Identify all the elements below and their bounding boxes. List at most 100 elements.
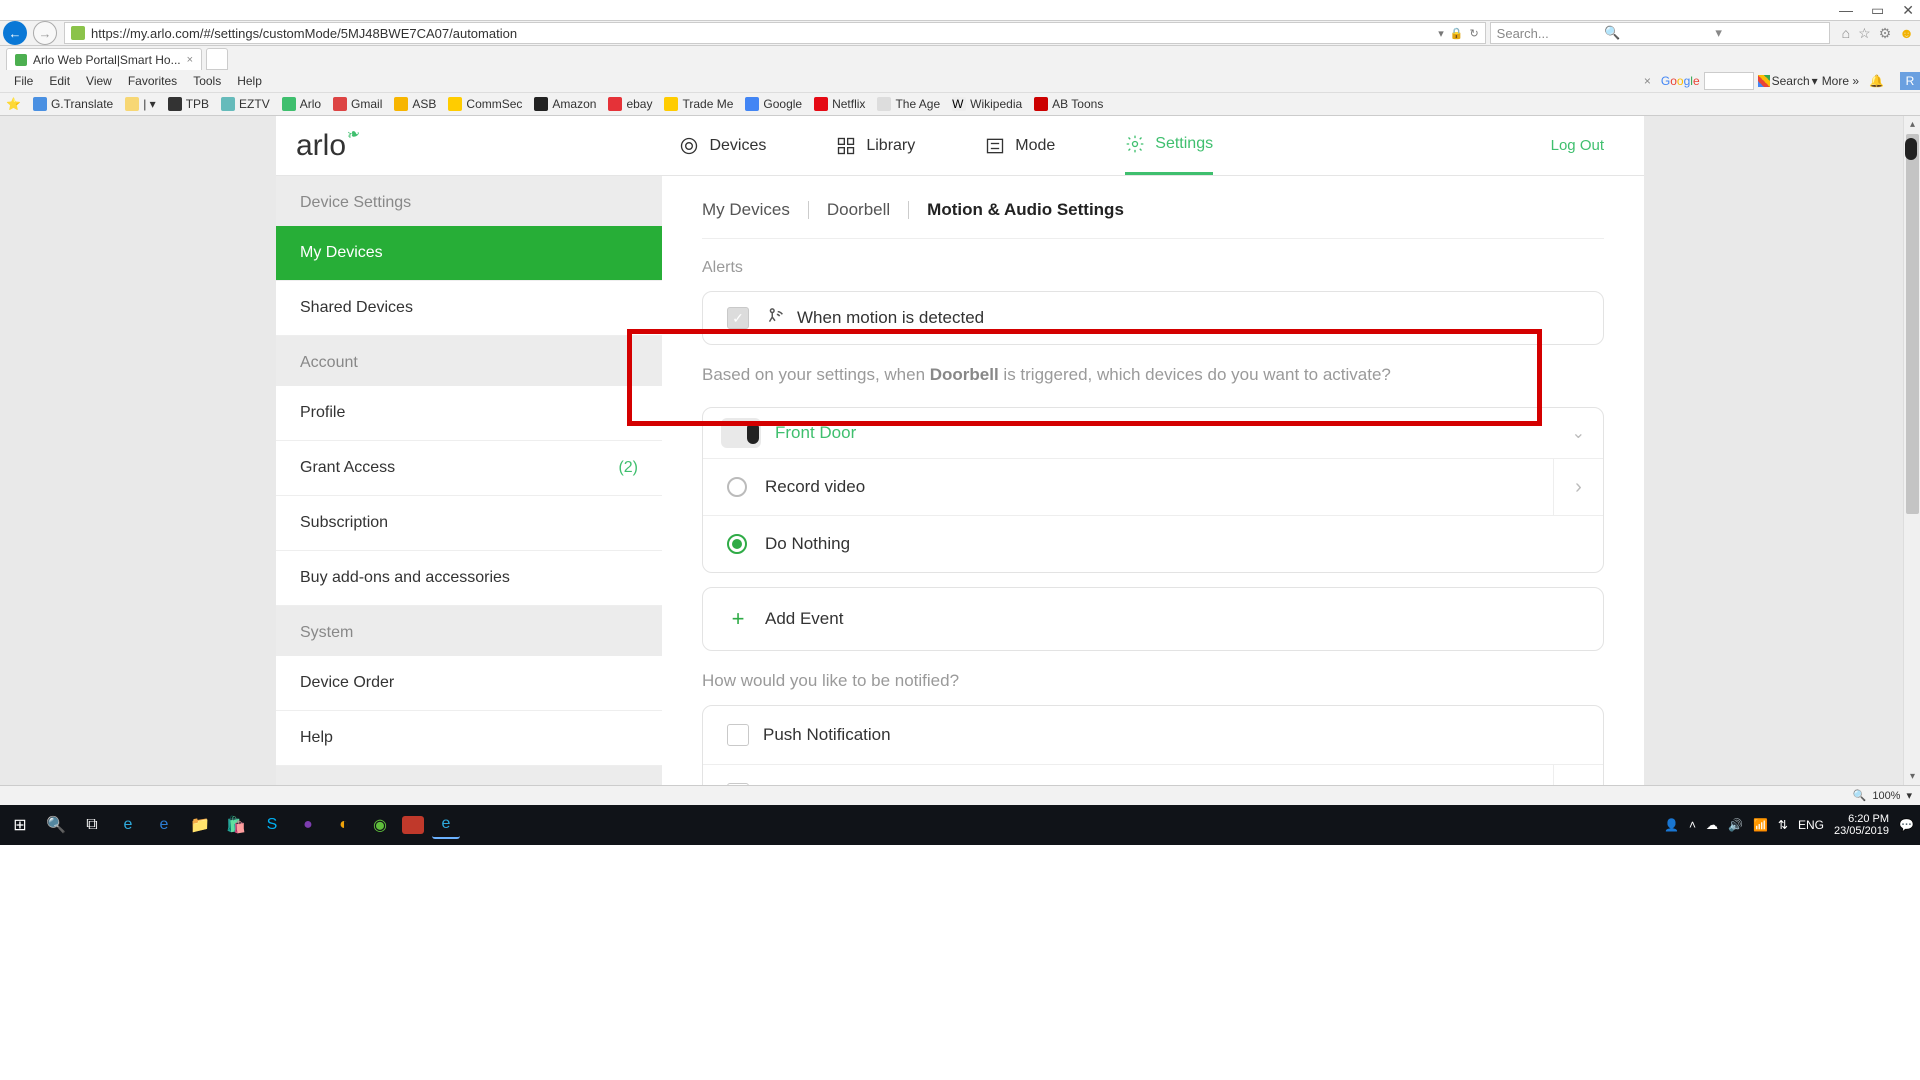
bookmark-gmail[interactable]: Gmail (333, 97, 382, 111)
menu-edit[interactable]: Edit (43, 72, 76, 90)
url-box[interactable]: https://my.arlo.com/#/settings/customMod… (64, 22, 1486, 44)
taskbar-ie-active-icon[interactable]: e (432, 811, 460, 839)
tray-wifi-icon[interactable]: 📶 (1753, 818, 1768, 832)
sidebar-item-shared-devices[interactable]: Shared Devices (276, 281, 662, 336)
url-text[interactable]: https://my.arlo.com/#/settings/customMod… (91, 26, 1432, 41)
tray-volume-icon[interactable]: 🔊 (1728, 818, 1743, 832)
push-checkbox[interactable]: ✓ (727, 724, 749, 746)
taskbar-ie-icon[interactable]: e (114, 811, 142, 839)
taskbar-explorer-icon[interactable]: 📁 (186, 811, 214, 839)
bookmark-ebay[interactable]: ebay (608, 97, 652, 111)
sidebar-item-grant-access[interactable]: Grant Access(2) (276, 441, 662, 496)
radio-record-video[interactable] (727, 477, 747, 497)
tray-network-icon[interactable]: ⇅ (1778, 818, 1788, 832)
scrollbar-thumb[interactable] (1906, 134, 1919, 514)
breadcrumb-doorbell[interactable]: Doorbell (827, 200, 890, 220)
url-dropdown-icon[interactable]: ▾ (1438, 27, 1444, 40)
home-icon[interactable]: ⌂ (1842, 25, 1850, 42)
task-view-icon[interactable]: ⧉ (78, 811, 106, 839)
tab-close-button[interactable]: × (187, 54, 193, 66)
nav-devices[interactable]: Devices (679, 116, 766, 175)
arlo-logo[interactable]: arlo❧ (296, 129, 359, 163)
tray-onedrive-icon[interactable]: ☁ (1706, 818, 1718, 832)
sidebar-item-device-order[interactable]: Device Order (276, 656, 662, 711)
search-dropdown-icon[interactable]: ▾ (1715, 25, 1822, 41)
menu-help[interactable]: Help (231, 72, 268, 90)
bookmark-theage[interactable]: The Age (877, 97, 940, 111)
scrollbar-down-arrow[interactable]: ▾ (1904, 768, 1920, 785)
option-do-nothing[interactable]: Do Nothing (703, 515, 1603, 572)
google-toolbar-input[interactable] (1704, 72, 1754, 90)
tray-people-icon[interactable]: 👤 (1664, 818, 1679, 832)
add-event-card[interactable]: + Add Event (702, 587, 1604, 651)
minimize-button[interactable]: — (1839, 2, 1853, 18)
tray-language[interactable]: ENG (1798, 818, 1824, 832)
nav-library[interactable]: Library (836, 116, 915, 175)
bookmark-asb[interactable]: ASB (394, 97, 436, 111)
taskbar-app1-icon[interactable]: ◐ (330, 811, 358, 839)
toolbar-close-icon[interactable]: × (1644, 74, 1651, 88)
forward-button[interactable]: → (33, 21, 57, 45)
option-record-video[interactable]: Record video › (703, 458, 1603, 515)
zoom-level[interactable]: 100% (1872, 790, 1900, 802)
zoom-dropdown-icon[interactable]: ▾ (1906, 789, 1912, 802)
tools-icon[interactable]: ⚙ (1879, 25, 1892, 42)
sidebar-item-my-devices[interactable]: My Devices (276, 226, 662, 281)
bookmark-folder[interactable]: | ▾ (125, 97, 155, 111)
chevron-down-icon[interactable]: ⌄ (1572, 423, 1585, 443)
close-window-button[interactable]: ✕ (1902, 2, 1914, 19)
start-button[interactable]: ⊞ (6, 811, 34, 839)
site-identity-icon[interactable] (71, 26, 85, 40)
tray-clock[interactable]: 6:20 PM 23/05/2019 (1834, 813, 1889, 837)
bookmark-gtranslate[interactable]: G.Translate (33, 97, 113, 111)
scrollbar-up-arrow[interactable]: ▴ (1904, 116, 1920, 133)
email-checkbox[interactable]: ✓ (727, 783, 749, 785)
search-icon[interactable]: 🔍 (1604, 25, 1711, 41)
sidebar-item-subscription[interactable]: Subscription (276, 496, 662, 551)
browser-search-box[interactable]: Search... 🔍 ▾ (1490, 22, 1830, 44)
menu-favorites[interactable]: Favorites (122, 72, 183, 90)
sidebar-item-help[interactable]: Help (276, 711, 662, 766)
taskbar-store-icon[interactable]: 🛍️ (222, 811, 250, 839)
back-button[interactable]: ← (3, 21, 27, 45)
menu-tools[interactable]: Tools (187, 72, 227, 90)
page-scrollbar[interactable]: ▴ ▾ (1903, 116, 1920, 785)
zoom-icon[interactable]: 🔍 (1853, 789, 1867, 802)
taskbar-utp-icon[interactable]: ◉ (366, 811, 394, 839)
bookmark-trademe[interactable]: Trade Me (664, 97, 733, 111)
notification-bell-icon[interactable]: 🔔 (1869, 74, 1884, 88)
bookmark-google[interactable]: Google (745, 97, 802, 111)
google-search-dropdown[interactable]: Search ▾ (1758, 74, 1818, 88)
add-favorite-icon[interactable]: ⭐ (6, 97, 21, 111)
bookmark-abtoons[interactable]: AB Toons (1034, 97, 1103, 111)
menu-view[interactable]: View (80, 72, 118, 90)
taskbar-app2-icon[interactable] (402, 816, 424, 834)
chevron-right-icon[interactable]: › (1553, 765, 1603, 785)
tray-action-center-icon[interactable]: 💬 (1899, 818, 1914, 832)
logout-link[interactable]: Log Out (1551, 137, 1604, 154)
breadcrumb-my-devices[interactable]: My Devices (702, 200, 790, 220)
push-notification-row[interactable]: ✓ Push Notification (703, 706, 1603, 765)
bookmark-wikipedia[interactable]: WWikipedia (952, 97, 1022, 111)
tray-chevron-icon[interactable]: ˄ (1689, 818, 1696, 832)
bookmark-tpb[interactable]: TPB (168, 97, 209, 111)
taskbar-edge-icon[interactable]: e (150, 811, 178, 839)
sidebar-item-profile[interactable]: Profile (276, 386, 662, 441)
radio-do-nothing[interactable] (727, 534, 747, 554)
maximize-button[interactable]: ▭ (1871, 2, 1884, 19)
favorites-icon[interactable]: ☆ (1858, 25, 1871, 42)
motion-checkbox[interactable]: ✓ (727, 307, 749, 329)
nav-mode[interactable]: Mode (985, 116, 1055, 175)
bookmark-eztv[interactable]: EZTV (221, 97, 270, 111)
nav-settings[interactable]: Settings (1125, 116, 1213, 175)
bookmark-arlo[interactable]: Arlo (282, 97, 321, 111)
email-alert-row[interactable]: ✓ Send email alert › (703, 765, 1603, 785)
new-tab-button[interactable] (206, 48, 228, 70)
chevron-right-icon[interactable]: › (1553, 459, 1603, 515)
refresh-button[interactable]: ↻ (1469, 27, 1478, 40)
more-button[interactable]: More » (1822, 74, 1859, 88)
taskbar-skype-icon[interactable]: S (258, 811, 286, 839)
user-avatar[interactable]: R (1900, 72, 1920, 90)
bookmark-amazon[interactable]: Amazon (534, 97, 596, 111)
browser-tab[interactable]: Arlo Web Portal|Smart Ho... × (6, 48, 202, 70)
